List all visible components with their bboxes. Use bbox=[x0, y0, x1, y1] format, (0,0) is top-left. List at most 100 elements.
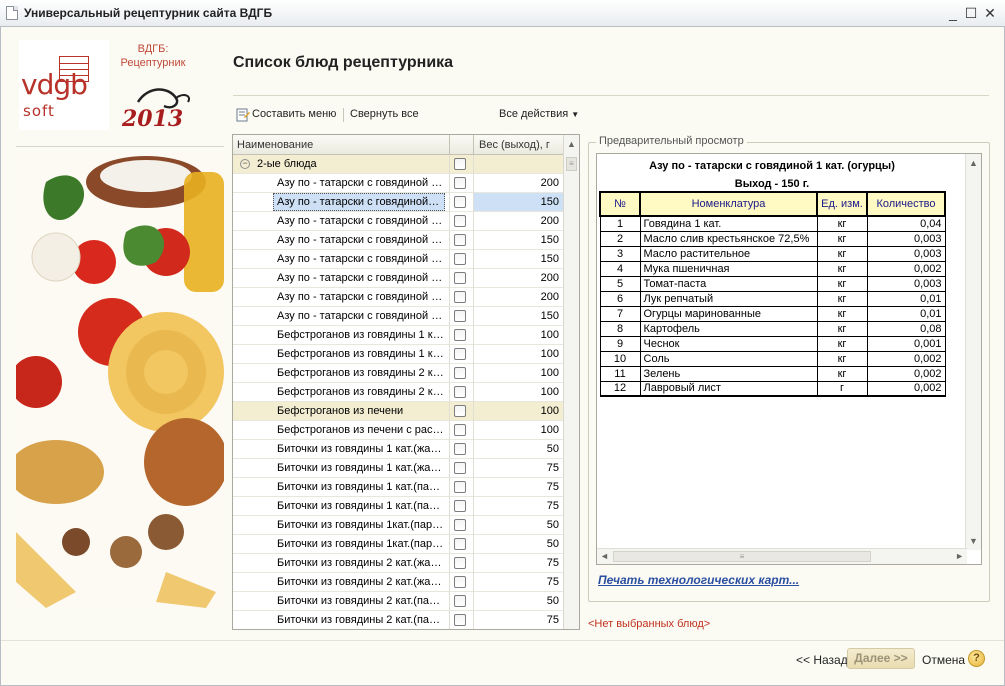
dish-row[interactable]: Биточки из говядины 1кат.(паровые) 50 bbox=[233, 516, 563, 535]
dish-weight: 200 bbox=[540, 272, 559, 284]
print-tech-cards-link[interactable]: Печать технологических карт... bbox=[598, 573, 799, 587]
dish-checkbox[interactable] bbox=[454, 386, 466, 398]
group-row[interactable]: − 2-ые блюда bbox=[233, 155, 563, 174]
dish-row[interactable]: Азу по - татарски с говядиной 2 кат. 200 bbox=[233, 288, 563, 307]
collapse-all-button[interactable]: Свернуть все bbox=[350, 108, 419, 120]
dish-weight: 100 bbox=[540, 405, 559, 417]
dish-checkbox[interactable] bbox=[454, 557, 466, 569]
dish-checkbox[interactable] bbox=[454, 310, 466, 322]
scroll-up-icon[interactable]: ▲ bbox=[567, 139, 576, 149]
group-checkbox[interactable] bbox=[454, 158, 466, 170]
dish-checkbox[interactable] bbox=[454, 367, 466, 379]
ingredient-unit: кг bbox=[816, 245, 868, 262]
help-icon[interactable]: ? bbox=[968, 650, 985, 667]
cancel-button[interactable]: Отмена bbox=[922, 653, 965, 667]
dish-checkbox[interactable] bbox=[454, 196, 466, 208]
dish-name: Бефстроганов из говядины 1 кат. bbox=[277, 329, 445, 341]
dish-row[interactable]: Биточки из говядины 1 кат.(жареные) 75 bbox=[233, 459, 563, 478]
dish-name: Биточки из говядины 1 кат.(паровые) bbox=[277, 500, 445, 512]
col-qty: Количество bbox=[866, 191, 946, 217]
dish-row[interactable]: Бефстроганов из печени 100 bbox=[233, 402, 563, 421]
scroll-right-icon[interactable]: ► bbox=[955, 551, 964, 561]
dish-row[interactable]: Бефстроганов из говядины 2 кат. 100 bbox=[233, 364, 563, 383]
dish-checkbox[interactable] bbox=[454, 595, 466, 607]
dish-row[interactable]: Биточки из говядины 1кат.(паровые) 50 bbox=[233, 535, 563, 554]
dish-checkbox[interactable] bbox=[454, 329, 466, 341]
dish-row[interactable]: Бефстроганов из говядины 2 кат. 100 bbox=[233, 383, 563, 402]
dish-checkbox[interactable] bbox=[454, 481, 466, 493]
scroll-left-icon[interactable]: ◄ bbox=[600, 551, 609, 561]
dish-checkbox[interactable] bbox=[454, 424, 466, 436]
ingredient-qty: 0,08 bbox=[866, 320, 946, 337]
ingredient-num: 12 bbox=[599, 380, 641, 397]
window-title: Универсальный рецептурник сайта ВДГБ bbox=[24, 6, 273, 20]
scroll-up-icon[interactable]: ▲ bbox=[969, 158, 978, 168]
dish-row[interactable]: Бефстроганов из говядины 1 кат. 100 bbox=[233, 326, 563, 345]
dish-checkbox[interactable] bbox=[454, 405, 466, 417]
scroll-thumb[interactable]: ≡ bbox=[566, 157, 577, 171]
app-name-line2: Рецептурник bbox=[120, 57, 186, 69]
dish-checkbox[interactable] bbox=[454, 234, 466, 246]
close-button[interactable]: ✕ bbox=[981, 4, 999, 22]
dish-row[interactable]: Азу по - татарски с говядиной 2 кат. (ог… bbox=[233, 212, 563, 231]
dish-checkbox[interactable] bbox=[454, 348, 466, 360]
minimize-button[interactable]: _ bbox=[944, 4, 962, 22]
preview-horizontal-scrollbar[interactable]: ◄ ≡ ► bbox=[597, 548, 967, 564]
maximize-button[interactable]: ☐ bbox=[962, 4, 980, 22]
ingredient-qty: 0,002 bbox=[866, 260, 946, 277]
dish-weight: 75 bbox=[546, 481, 559, 493]
dishes-table[interactable]: Наименование Вес (выход), г − 2-ые блюда… bbox=[232, 134, 580, 630]
column-header-weight[interactable]: Вес (выход), г bbox=[479, 139, 550, 151]
dish-checkbox[interactable] bbox=[454, 538, 466, 550]
dish-name: Азу по - татарски с говядиной 1 кат. (ог… bbox=[273, 193, 445, 211]
header-divider bbox=[233, 95, 989, 96]
dish-checkbox[interactable] bbox=[454, 614, 466, 626]
dish-row[interactable]: Биточки из говядины 2 кат.(жареные) 75 bbox=[233, 573, 563, 592]
preview-document[interactable]: Азу по - татарски с говядиной 1 кат. (ог… bbox=[596, 153, 982, 565]
dish-row[interactable]: Бефстроганов из печени с рассолом 100 bbox=[233, 421, 563, 440]
dish-row[interactable]: Биточки из говядины 2 кат.(жареные) 75 bbox=[233, 554, 563, 573]
app-name: ВДГБ: Рецептурник bbox=[120, 42, 186, 70]
collapse-icon[interactable]: − bbox=[240, 159, 250, 169]
dish-name: Азу по - татарски с говядиной 1 кат. (ог… bbox=[277, 177, 445, 189]
dish-weight: 100 bbox=[540, 386, 559, 398]
dish-checkbox[interactable] bbox=[454, 443, 466, 455]
dish-row[interactable]: Азу по - татарски с говядиной 1 кат. 200 bbox=[233, 269, 563, 288]
dish-checkbox[interactable] bbox=[454, 177, 466, 189]
dish-checkbox[interactable] bbox=[454, 576, 466, 588]
column-header-name[interactable]: Наименование bbox=[237, 139, 313, 151]
next-button[interactable]: Далее >> bbox=[847, 648, 915, 669]
dish-row[interactable]: Биточки из говядины 1 кат.(паровые) 75 bbox=[233, 478, 563, 497]
dish-name: Бефстроганов из говядины 2 кат. bbox=[277, 367, 445, 379]
dish-row[interactable]: Биточки из говядины 1 кат.(жареные) 50 bbox=[233, 440, 563, 459]
dish-row[interactable]: Азу по - татарски с говядиной 1 кат. (ог… bbox=[233, 193, 563, 212]
ingredient-num: 7 bbox=[599, 305, 641, 322]
dish-checkbox[interactable] bbox=[454, 519, 466, 531]
dish-checkbox[interactable] bbox=[454, 462, 466, 474]
dish-row[interactable]: Азу по - татарски с говядиной 1 кат. (ог… bbox=[233, 174, 563, 193]
dish-weight: 200 bbox=[540, 177, 559, 189]
dish-row[interactable]: Азу по - татарски с говядиной 2 кат. (ог… bbox=[233, 231, 563, 250]
dish-checkbox[interactable] bbox=[454, 215, 466, 227]
back-button[interactable]: << Назад bbox=[796, 653, 848, 667]
window-titlebar: Универсальный рецептурник сайта ВДГБ _ ☐… bbox=[0, 0, 1005, 27]
dish-row[interactable]: Азу по - татарски с говядиной 1 кат. 150 bbox=[233, 250, 563, 269]
dish-checkbox[interactable] bbox=[454, 500, 466, 512]
dish-checkbox[interactable] bbox=[454, 272, 466, 284]
dish-checkbox[interactable] bbox=[454, 291, 466, 303]
dish-row[interactable]: Азу по - татарски с говядиной 2 кат. 150 bbox=[233, 307, 563, 326]
dish-row[interactable]: Биточки из говядины 1 кат.(паровые) 75 bbox=[233, 497, 563, 516]
dish-row[interactable]: Биточки из говядины 2 кат.(паровые) 75 bbox=[233, 611, 563, 629]
dish-row[interactable]: Биточки из говядины 2 кат.(паровые) 50 bbox=[233, 592, 563, 611]
scroll-thumb[interactable]: ≡ bbox=[613, 551, 871, 562]
preview-vertical-scrollbar[interactable]: ▲ ▼ bbox=[965, 154, 981, 550]
dish-checkbox[interactable] bbox=[454, 253, 466, 265]
dish-row[interactable]: Бефстроганов из говядины 1 кат. 100 bbox=[233, 345, 563, 364]
ingredient-row: 7 Огурцы маринованные кг 0,01 bbox=[599, 305, 946, 322]
ingredient-qty: 0,002 bbox=[866, 365, 946, 382]
all-actions-menu[interactable]: Все действия ▼ bbox=[499, 108, 579, 120]
dishes-table-scrollbar[interactable]: ▲ ≡ bbox=[563, 135, 579, 629]
scroll-down-icon[interactable]: ▼ bbox=[969, 536, 978, 546]
compose-menu-button[interactable]: Составить меню bbox=[252, 108, 336, 120]
dish-name: Бефстроганов из говядины 2 кат. bbox=[277, 386, 445, 398]
